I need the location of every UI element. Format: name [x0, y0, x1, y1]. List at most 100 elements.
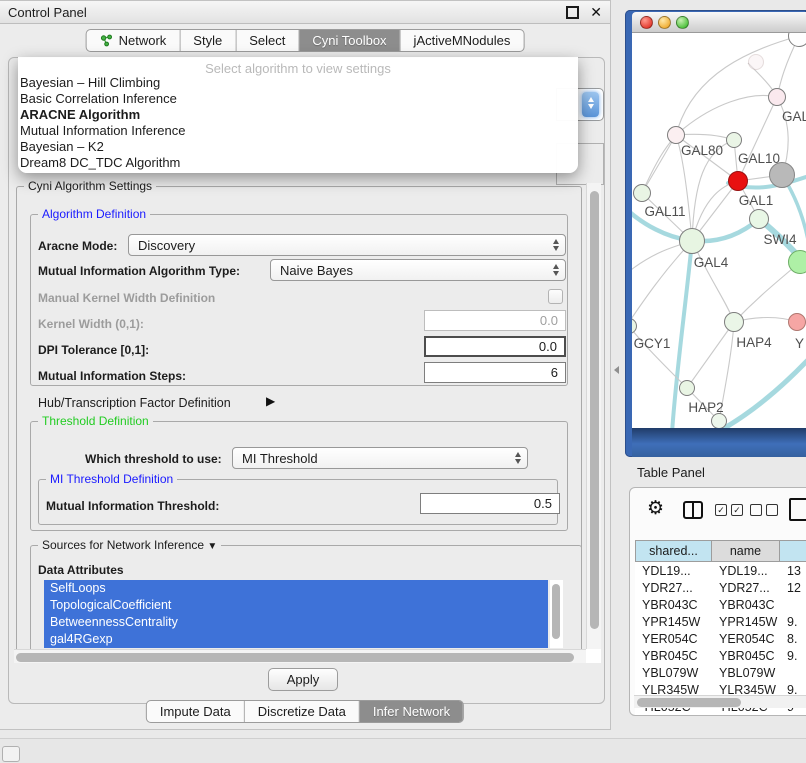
column-header[interactable]: name: [712, 540, 780, 562]
node-label: GAL: [782, 109, 806, 124]
table-horizontal-scrollbar[interactable]: [634, 695, 806, 708]
zoom-traffic-light-icon[interactable]: [676, 16, 689, 29]
table-row[interactable]: YBR045C YBR045C 9.: [635, 647, 806, 664]
cyni-bottom-tabbar: Impute Data Discretize Data Infer Networ…: [146, 700, 464, 723]
tab-jactivemnodules[interactable]: jActiveMNodules: [400, 30, 524, 51]
attributes-scrollbar[interactable]: [550, 580, 563, 648]
list-item[interactable]: gal4RGexp: [44, 631, 548, 648]
float-window-icon[interactable]: [566, 6, 579, 19]
table-row[interactable]: YBL079W YBL079W: [635, 664, 806, 681]
combo-spinner-icon: [515, 452, 521, 464]
dropdown-item-selected[interactable]: ARACNE Algorithm: [20, 107, 140, 123]
combo-spinner-icon: [553, 239, 559, 251]
network-node[interactable]: [748, 54, 764, 70]
dropdown-item[interactable]: Bayesian – K2: [20, 139, 104, 155]
node-label: HAP4: [736, 335, 771, 350]
manual-kernel-width-label: Manual Kernel Width Definition: [38, 291, 215, 305]
combo-spinner-icon: [553, 264, 559, 276]
tab-select[interactable]: Select: [235, 30, 298, 51]
mi-threshold-label: Mutual Information Threshold:: [46, 499, 219, 513]
tab-network-label: Network: [119, 33, 167, 48]
settings-vertical-scrollbar[interactable]: [586, 183, 601, 655]
scrollbar-corner: [586, 649, 601, 663]
close-icon[interactable]: ✕: [590, 5, 602, 19]
table-row[interactable]: YDL19... YDL19... 13: [635, 562, 806, 579]
tab-cyni-toolbox[interactable]: Cyni Toolbox: [298, 30, 399, 51]
table-row[interactable]: YBR043C YBR043C: [635, 596, 806, 613]
network-node[interactable]: [667, 126, 685, 144]
network-canvas[interactable]: GAL GAL80 GAL10 GAL1 GAL11 SWI4 GAL4 GCY…: [632, 33, 806, 428]
network-node[interactable]: [788, 313, 806, 331]
network-node[interactable]: [768, 88, 786, 106]
network-node[interactable]: [724, 312, 744, 332]
tab-impute-data[interactable]: Impute Data: [147, 701, 244, 722]
manual-kernel-width-checkbox[interactable]: [548, 289, 563, 304]
new-table-icon[interactable]: [789, 498, 806, 521]
network-node[interactable]: [749, 209, 769, 229]
table-panel-window: ⚙ shared... name YDL19... YDL19... 13 YD…: [629, 487, 806, 716]
algorithm-dropdown: Select algorithm to view settings Bayesi…: [18, 57, 578, 173]
data-attributes-label: Data Attributes: [38, 563, 124, 577]
node-table: shared... name YDL19... YDL19... 13 YDR2…: [635, 540, 806, 715]
which-threshold-combobox[interactable]: MI Threshold: [232, 447, 528, 469]
dropdown-item[interactable]: Basic Correlation Inference: [20, 91, 177, 107]
columns-icon[interactable]: [683, 501, 703, 519]
table-header-row: shared... name: [635, 540, 806, 562]
dropdown-item[interactable]: Bayesian – Hill Climbing: [20, 75, 160, 91]
sources-title: Sources for Network Inference ▼: [38, 538, 221, 552]
network-view-window[interactable]: GAL GAL80 GAL10 GAL1 GAL11 SWI4 GAL4 GCY…: [625, 10, 806, 457]
combo-spinner-focused: [582, 92, 599, 117]
network-node[interactable]: [679, 228, 705, 254]
panel-toggle-button[interactable]: [2, 746, 20, 762]
tab-discretize-data[interactable]: Discretize Data: [244, 701, 359, 722]
aracne-mode-combobox[interactable]: Discovery: [128, 234, 566, 256]
kernel-width-field: 0.0: [424, 310, 566, 331]
network-window-titlebar[interactable]: [632, 12, 806, 33]
column-header[interactable]: [780, 540, 806, 562]
network-node[interactable]: [633, 184, 651, 202]
list-item[interactable]: TopologicalCoefficient: [44, 597, 548, 614]
mi-threshold-field[interactable]: 0.5: [420, 493, 560, 514]
mi-algorithm-type-combobox[interactable]: Naive Bayes: [270, 259, 566, 281]
which-threshold-label: Which threshold to use:: [85, 452, 222, 466]
table-row[interactable]: YPR145W YPR145W 9.: [635, 613, 806, 630]
tab-infer-network[interactable]: Infer Network: [359, 701, 463, 722]
mi-steps-label: Mutual Information Steps:: [38, 369, 186, 383]
network-node-gal1-selected[interactable]: [728, 171, 748, 191]
dpi-tolerance-field[interactable]: 0.0: [424, 336, 566, 357]
network-node[interactable]: [788, 250, 806, 274]
table-row[interactable]: YER054C YER054C 8.: [635, 630, 806, 647]
tab-style[interactable]: Style: [179, 30, 235, 51]
splitpane-collapse-icon[interactable]: [614, 366, 619, 374]
gear-icon[interactable]: ⚙: [647, 498, 664, 520]
network-node[interactable]: [711, 413, 727, 428]
network-node[interactable]: [726, 132, 742, 148]
control-panel-titlebar: Control Panel ✕: [0, 1, 610, 24]
mi-threshold-title: MI Threshold Definition: [46, 472, 177, 486]
node-label: GAL11: [644, 204, 685, 219]
settings-horizontal-scrollbar[interactable]: [14, 649, 586, 663]
node-label: GAL80: [681, 143, 723, 158]
close-traffic-light-icon[interactable]: [640, 16, 653, 29]
deselect-all-columns-icon[interactable]: [750, 504, 778, 516]
collapse-down-icon[interactable]: ▼: [207, 541, 217, 552]
table-toolbar: ⚙: [630, 496, 806, 528]
apply-button[interactable]: Apply: [268, 668, 338, 691]
collapse-right-icon[interactable]: ▶: [266, 394, 275, 408]
status-strip: [0, 738, 806, 763]
list-item[interactable]: SelfLoops: [44, 580, 548, 597]
select-all-columns-icon[interactable]: [715, 504, 743, 516]
dropdown-item[interactable]: Mutual Information Inference: [20, 123, 185, 139]
dropdown-item[interactable]: Dream8 DC_TDC Algorithm: [20, 155, 180, 171]
minimize-traffic-light-icon[interactable]: [658, 16, 671, 29]
network-node[interactable]: [679, 380, 695, 396]
data-attributes-list[interactable]: SelfLoops TopologicalCoefficient Between…: [44, 580, 548, 648]
hub-definition-section[interactable]: Hub/Transcription Factor Definition: [38, 396, 231, 410]
tab-network[interactable]: Network: [87, 30, 180, 51]
list-item[interactable]: BetweennessCentrality: [44, 614, 548, 631]
table-row[interactable]: YDR27... YDR27... 12: [635, 579, 806, 596]
column-header[interactable]: shared...: [635, 540, 712, 562]
node-label: Y: [795, 336, 804, 351]
mi-steps-field[interactable]: 6: [424, 362, 566, 383]
node-label: HAP2: [688, 400, 723, 415]
